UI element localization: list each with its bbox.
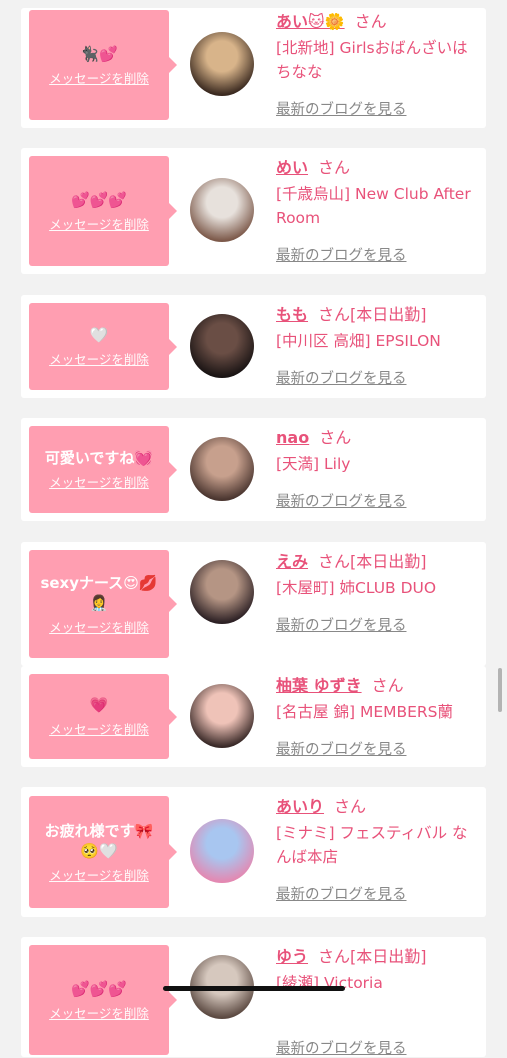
cast-name-link[interactable]: めい: [276, 158, 308, 177]
name-line: あい🐱🌼 さん: [276, 10, 482, 34]
name-line: もも さん[本日出勤]: [276, 303, 482, 327]
cast-info: あい🐱🌼 さん [北新地] Girlsおばんざいはちなな最新のブログを見る: [276, 8, 482, 128]
message-card: 💕💕💕 メッセージを削除 めい さん [千歳烏山] New Club After Roo…: [21, 148, 486, 274]
avatar[interactable]: [190, 314, 254, 378]
message-card: お疲れ様です🎀🥺🤍 メッセージを削除 あいり さん [ミナミ] フェスティバル なんば本…: [21, 787, 486, 917]
message-text: 🤍: [89, 326, 109, 344]
delete-message-link[interactable]: メッセージを削除: [49, 214, 149, 233]
message-card: 🐈‍⬛💕 メッセージを削除 あい🐱🌼 さん [北新地] Girlsおばんざいはちなな最新…: [21, 8, 486, 128]
shop-name: [名古屋 錦] MEMBERS蘭: [276, 703, 454, 721]
cast-info: もも さん[本日出勤] [中川区 高畑] EPSILON 最新のブログを見る: [276, 295, 482, 398]
shop-name: [木屋町] 姉CLUB DUO: [276, 579, 437, 597]
honorific: さん: [318, 305, 351, 324]
shop-name: [千歳烏山] New Club After Room: [276, 185, 471, 227]
latest-blog-link[interactable]: 最新のブログを見る: [276, 98, 407, 119]
message-bubble: sexyナース😍💋👩‍⚕️ メッセージを削除: [29, 550, 177, 658]
honorific: さん: [318, 552, 351, 571]
avatar[interactable]: [190, 819, 254, 883]
latest-blog-link[interactable]: 最新のブログを見る: [276, 614, 407, 635]
honorific: さん: [334, 797, 367, 816]
shop-name: [中川区 高畑] EPSILON: [276, 332, 441, 350]
avatar[interactable]: [190, 560, 254, 624]
message-bubble: 💕💕💕 メッセージを削除: [29, 945, 177, 1055]
cast-info: めい さん [千歳烏山] New Club After Room 最新のブログを見る: [276, 148, 482, 274]
message-bubble: お疲れ様です🎀🥺🤍 メッセージを削除: [29, 796, 177, 908]
message-card: 可愛いですね💓 メッセージを削除 nao さん [天満] Lily 最新のブログを見る: [21, 418, 486, 521]
name-line: めい さん: [276, 156, 482, 180]
message-text: sexyナース😍💋👩‍⚕️: [40, 573, 158, 612]
message-card: sexyナース😍💋👩‍⚕️ メッセージを削除 えみ さん[本日出勤] [木屋町] 姉CL…: [21, 542, 486, 666]
status-badge: [本日出勤]: [350, 552, 427, 571]
delete-message-link[interactable]: メッセージを削除: [49, 719, 149, 738]
shop-name: [ミナミ] フェスティバル なんば本店: [276, 824, 468, 866]
name-line: 柚葉 ゆずき さん: [276, 674, 482, 698]
avatar[interactable]: [190, 32, 254, 96]
cast-name-link[interactable]: あい🐱🌼: [276, 12, 345, 31]
avatar[interactable]: [190, 437, 254, 501]
delete-message-link[interactable]: メッセージを削除: [49, 617, 149, 636]
latest-blog-link[interactable]: 最新のブログを見る: [276, 244, 407, 265]
message-bubble: 🤍 メッセージを削除: [29, 303, 177, 390]
name-line: えみ さん[本日出勤]: [276, 550, 482, 574]
message-bubble: 💕💕💕 メッセージを削除: [29, 156, 177, 266]
cast-name-link[interactable]: 柚葉 ゆずき: [276, 676, 362, 695]
cast-info: 柚葉 ゆずき さん [名古屋 錦] MEMBERS蘭 最新のブログを見る: [276, 666, 482, 767]
name-line: あいり さん: [276, 795, 482, 819]
status-badge: [本日出勤]: [350, 947, 427, 966]
scrollbar[interactable]: [498, 668, 502, 712]
cast-name-link[interactable]: nao: [276, 428, 309, 447]
delete-message-link[interactable]: メッセージを削除: [49, 472, 149, 491]
message-text: 💗: [89, 696, 109, 714]
shop-name: [天満] Lily: [276, 455, 351, 473]
latest-blog-link[interactable]: 最新のブログを見る: [276, 367, 407, 388]
delete-message-link[interactable]: メッセージを削除: [49, 349, 149, 368]
avatar[interactable]: [190, 684, 254, 748]
honorific: さん: [354, 12, 387, 31]
home-indicator: [163, 986, 345, 991]
message-text: 🐈‍⬛💕: [80, 44, 118, 63]
message-card: 💕💕💕 メッセージを削除 ゆう さん[本日出勤] [綾瀬] Victoria 最新のブログ…: [21, 937, 486, 1057]
message-text: 💕💕💕: [70, 979, 128, 998]
delete-message-link[interactable]: メッセージを削除: [49, 1003, 149, 1022]
name-line: nao さん: [276, 426, 482, 450]
cast-info: あいり さん [ミナミ] フェスティバル なんば本店最新のブログを見る: [276, 787, 482, 917]
status-badge: [本日出勤]: [350, 305, 427, 324]
cast-info: nao さん [天満] Lily 最新のブログを見る: [276, 418, 482, 521]
latest-blog-link[interactable]: 最新のブログを見る: [276, 738, 407, 759]
cast-name-link[interactable]: もも: [276, 305, 308, 324]
message-bubble: 可愛いですね💓 メッセージを削除: [29, 426, 177, 513]
cast-name-link[interactable]: あいり: [276, 797, 324, 816]
honorific: さん: [318, 158, 351, 177]
delete-message-link[interactable]: メッセージを削除: [49, 68, 149, 87]
cast-info: えみ さん[本日出勤] [木屋町] 姉CLUB DUO 最新のブログを見る: [276, 542, 482, 666]
message-card: 🤍 メッセージを削除 もも さん[本日出勤] [中川区 高畑] EPSILON 最新のブロ…: [21, 295, 486, 398]
avatar[interactable]: [190, 178, 254, 242]
cast-name-link[interactable]: ゆう: [276, 947, 308, 966]
message-bubble: 💗 メッセージを削除: [29, 674, 177, 759]
message-bubble: 🐈‍⬛💕 メッセージを削除: [29, 10, 177, 120]
latest-blog-link[interactable]: 最新のブログを見る: [276, 490, 407, 511]
latest-blog-link[interactable]: 最新のブログを見る: [276, 1037, 407, 1058]
honorific: さん: [319, 428, 352, 447]
message-text: 💕💕💕: [70, 190, 128, 209]
cast-name-link[interactable]: えみ: [276, 552, 308, 571]
name-line: ゆう さん[本日出勤]: [276, 945, 482, 969]
message-text: 可愛いですね💓: [44, 449, 154, 467]
shop-name: [北新地] Girlsおばんざいはちなな: [276, 39, 468, 81]
honorific: さん: [371, 676, 404, 695]
latest-blog-link[interactable]: 最新のブログを見る: [276, 883, 407, 904]
honorific: さん: [318, 947, 351, 966]
shop-name: [綾瀬] Victoria: [276, 974, 383, 992]
message-text: お疲れ様です🎀🥺🤍: [44, 821, 154, 860]
delete-message-link[interactable]: メッセージを削除: [49, 865, 149, 884]
message-card: 💗 メッセージを削除 柚葉 ゆずき さん [名古屋 錦] MEMBERS蘭 最新のブログを…: [21, 666, 486, 767]
cast-info: ゆう さん[本日出勤] [綾瀬] Victoria 最新のブログを見る: [276, 937, 482, 1057]
